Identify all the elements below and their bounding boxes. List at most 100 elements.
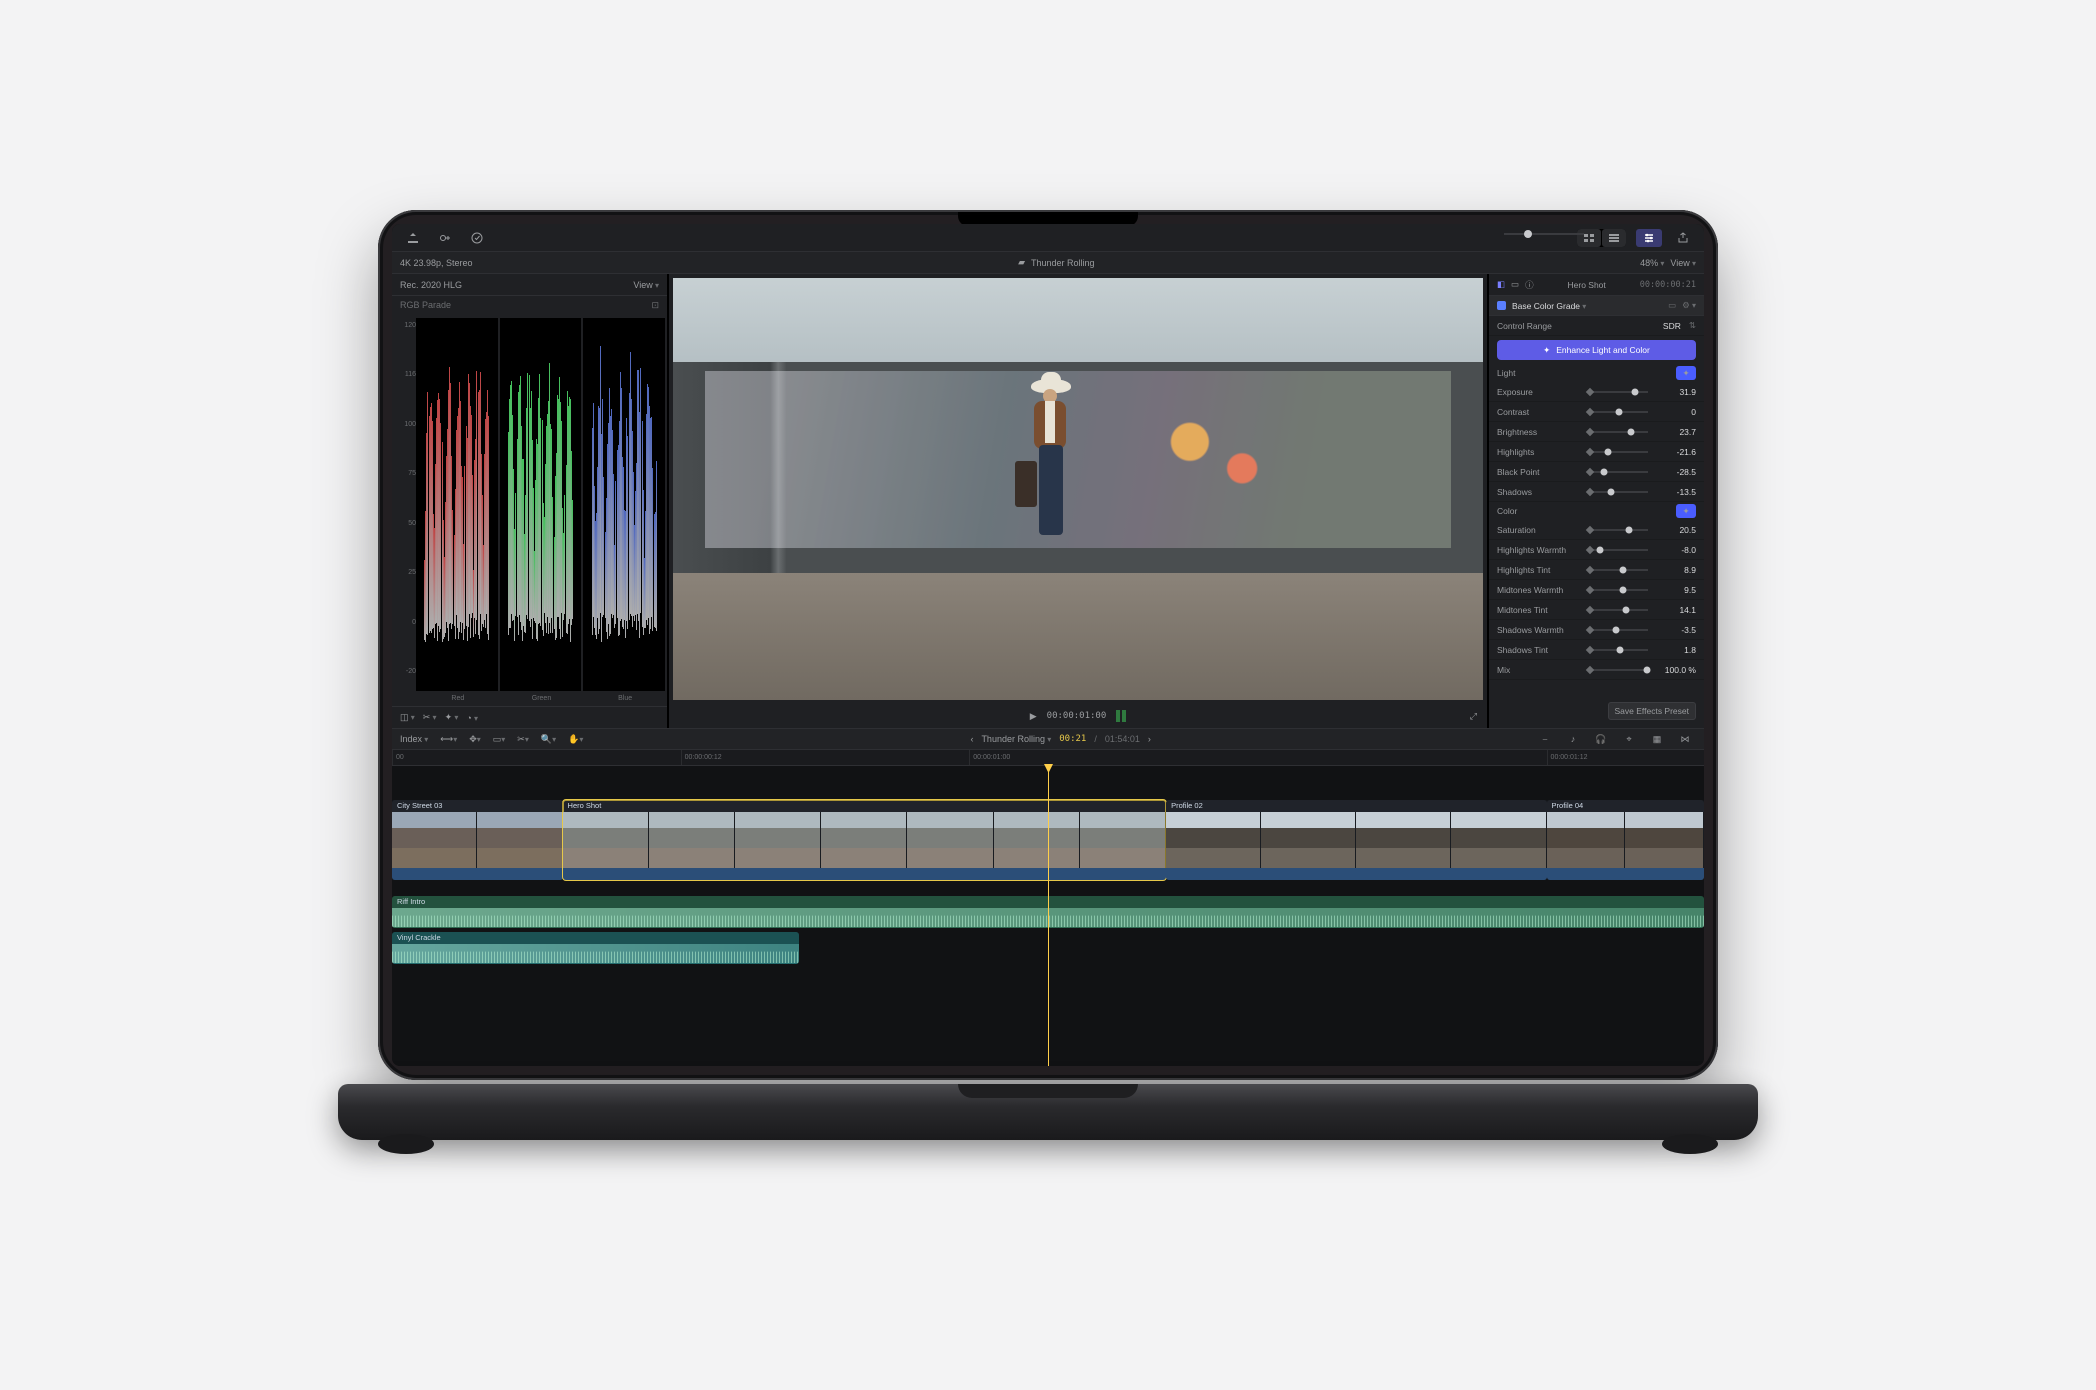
color-param-value[interactable]: 20.5: [1654, 525, 1696, 535]
scope-y-axis: 120116 10075 5025 0-20: [396, 322, 416, 675]
color-param-slider[interactable]: [1589, 644, 1648, 656]
viewer-canvas[interactable]: [673, 278, 1483, 700]
timeline-zoom-slider[interactable]: [1504, 227, 1584, 241]
enhance-light-color-button[interactable]: ✦ Enhance Light and Color: [1497, 340, 1696, 360]
save-effects-preset-button[interactable]: Save Effects Preset: [1608, 702, 1697, 720]
color-param-slider[interactable]: [1589, 624, 1648, 636]
light-param-value[interactable]: 0: [1654, 407, 1696, 417]
tool-position[interactable]: ✥: [465, 730, 485, 748]
transitions-button[interactable]: ⋈: [1674, 730, 1696, 748]
color-param-slider[interactable]: [1589, 564, 1648, 576]
scopes-view-dropdown[interactable]: View: [633, 280, 659, 290]
fullscreen-button[interactable]: ⤢: [1470, 711, 1477, 722]
stepper-icon[interactable]: ⇅: [1689, 320, 1696, 331]
video-clip[interactable]: City Street 03: [392, 800, 563, 880]
ruler-tick: 00:00:00:12: [681, 750, 722, 765]
color-param-value[interactable]: 100.0 %: [1654, 665, 1696, 675]
light-param-value[interactable]: -13.5: [1654, 487, 1696, 497]
parade-green: [500, 318, 582, 691]
light-param-slider[interactable]: [1589, 386, 1648, 398]
light-param-slider[interactable]: [1589, 486, 1648, 498]
color-param-value[interactable]: 14.1: [1654, 605, 1696, 615]
scopes-mode: RGB Parade: [400, 300, 451, 310]
timeline-prev-edit[interactable]: ‹: [970, 734, 973, 744]
workspace-layout-segmented[interactable]: [1577, 229, 1626, 247]
keyframe-toggle-icon[interactable]: ▭: [1668, 300, 1676, 311]
playhead[interactable]: [1048, 766, 1049, 1066]
color-section-label: Color: [1497, 506, 1517, 516]
light-param-slider[interactable]: [1589, 466, 1648, 478]
light-param-slider[interactable]: [1589, 446, 1648, 458]
layout-list-icon[interactable]: [1602, 229, 1626, 247]
inspector-panel: ◧ ▭ ⓘ Hero Shot 00:00:00:21 Base Color G…: [1489, 274, 1704, 728]
color-param-value[interactable]: 8.9: [1654, 565, 1696, 575]
color-param-value[interactable]: -8.0: [1654, 545, 1696, 555]
timeline-project-name[interactable]: Thunder Rolling: [981, 734, 1051, 744]
color-param-row-3: Midtones Warmth9.5: [1489, 580, 1704, 600]
skimming-button[interactable]: ⎯: [1534, 730, 1556, 748]
solo-button[interactable]: 🎧: [1590, 730, 1612, 748]
inspector-tab-info-icon[interactable]: ⓘ: [1525, 279, 1534, 291]
audio-clip[interactable]: Vinyl Crackle: [392, 932, 799, 964]
tool-hand[interactable]: ✋: [564, 730, 587, 748]
light-param-value[interactable]: -28.5: [1654, 467, 1696, 477]
color-param-slider[interactable]: [1589, 524, 1648, 536]
transform-tool[interactable]: ◫: [400, 712, 415, 723]
share-button[interactable]: [1672, 229, 1694, 247]
parade-red: [416, 318, 498, 691]
light-param-value[interactable]: 31.9: [1654, 387, 1696, 397]
video-clip[interactable]: Profile 02: [1166, 800, 1546, 880]
inspector-section-title[interactable]: Base Color Grade: [1512, 301, 1586, 311]
scopes-settings-icon[interactable]: ⊡: [651, 300, 659, 311]
crop-tool[interactable]: ✂: [423, 712, 437, 723]
color-auto-button[interactable]: ✦: [1676, 504, 1696, 518]
light-param-slider[interactable]: [1589, 406, 1648, 418]
keyword-button[interactable]: [434, 229, 456, 247]
import-button[interactable]: [402, 229, 424, 247]
light-param-label: Contrast: [1497, 407, 1583, 417]
inspector-toggle-button[interactable]: [1636, 229, 1662, 247]
timeline-index-button[interactable]: Index: [400, 734, 428, 744]
effect-options-icon[interactable]: ⚙: [1682, 300, 1696, 311]
inspector-tab-video-icon[interactable]: ▭: [1511, 279, 1519, 290]
final-cut-pro-window: 4K 23.98p, Stereo ▰ Thunder Rolling 48% …: [392, 224, 1704, 1066]
color-param-slider[interactable]: [1589, 584, 1648, 596]
snap-button[interactable]: ⌖: [1618, 730, 1640, 748]
timeline-tracks[interactable]: City Street 03Hero ShotProfile 02Profile…: [392, 766, 1704, 1066]
light-param-slider[interactable]: [1589, 426, 1648, 438]
inspector-section-header[interactable]: Base Color Grade ▭ ⚙: [1489, 296, 1704, 316]
tool-zoom[interactable]: 🔍: [537, 730, 560, 748]
background-tasks-button[interactable]: [466, 229, 488, 247]
light-auto-button[interactable]: ✦: [1676, 366, 1696, 380]
viewer-view-dropdown[interactable]: View: [1670, 258, 1696, 268]
viewer-zoom-dropdown[interactable]: 48%: [1640, 258, 1664, 268]
inspector-clip-name: Hero Shot: [1540, 280, 1634, 290]
tool-range[interactable]: ▭: [489, 730, 510, 748]
light-param-value[interactable]: 23.7: [1654, 427, 1696, 437]
color-param-slider[interactable]: [1589, 604, 1648, 616]
inspector-tab-color-icon[interactable]: ◧: [1497, 279, 1505, 290]
tool-blade[interactable]: ✂: [513, 730, 533, 748]
timeline-next-edit[interactable]: ›: [1148, 734, 1151, 744]
tool-trim[interactable]: ⟷: [436, 730, 461, 748]
play-button[interactable]: ▶: [1030, 711, 1037, 722]
light-param-row-1: Contrast 0: [1489, 402, 1704, 422]
retime-tool[interactable]: ◔: [466, 713, 478, 723]
enhance-tool[interactable]: ✦: [445, 712, 459, 723]
color-param-value[interactable]: -3.5: [1654, 625, 1696, 635]
audio-skim-button[interactable]: ♪: [1562, 730, 1584, 748]
light-param-value[interactable]: -21.6: [1654, 447, 1696, 457]
color-param-slider[interactable]: [1589, 544, 1648, 556]
color-param-value[interactable]: 1.8: [1654, 645, 1696, 655]
timeline-ruler[interactable]: 0000:00:00:1200:00:01:0000:00:01:12: [392, 750, 1704, 766]
color-param-slider[interactable]: [1589, 664, 1648, 676]
clip-label: Hero Shot: [563, 800, 1167, 812]
video-clip[interactable]: Profile 04: [1547, 800, 1704, 880]
control-range-value[interactable]: SDR: [1663, 321, 1681, 331]
color-param-row-7: Mix100.0 %: [1489, 660, 1704, 680]
video-clip[interactable]: Hero Shot: [563, 800, 1167, 880]
effect-enable-checkbox[interactable]: [1497, 301, 1506, 310]
color-param-value[interactable]: 9.5: [1654, 585, 1696, 595]
viewer-tools-row: ◫ ✂ ✦ ◔: [392, 706, 667, 728]
effects-button[interactable]: ▦: [1646, 730, 1668, 748]
